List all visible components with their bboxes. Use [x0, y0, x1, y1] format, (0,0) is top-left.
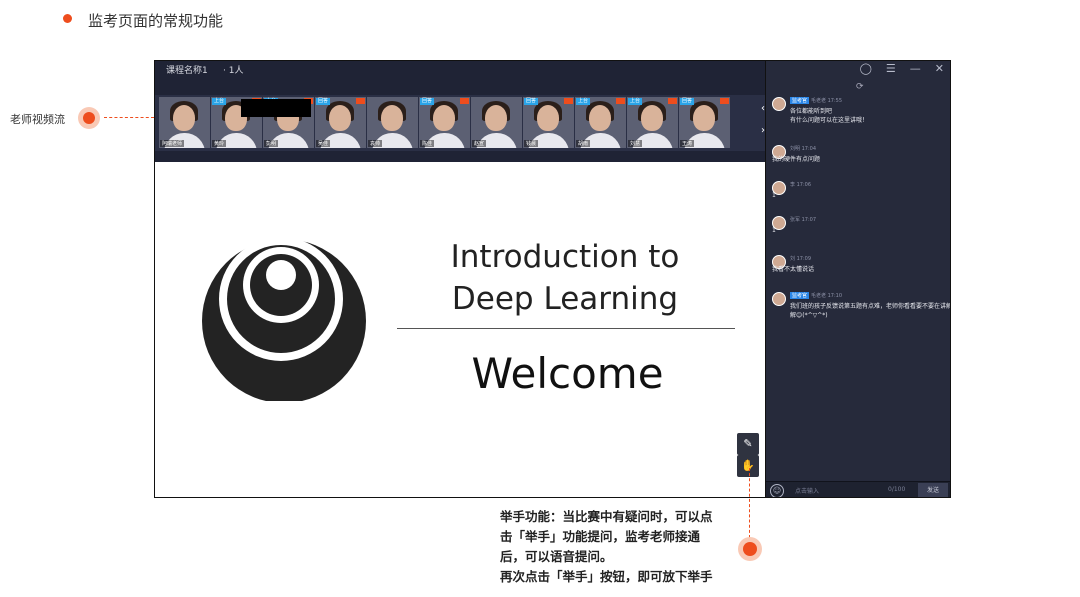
student-video-tile[interactable]: 回答 陈佳 [419, 97, 470, 148]
callout-line: 后，可以语音提问。 [500, 549, 613, 564]
tile-status-badge: 上台 [628, 98, 643, 105]
mic-status-icon [564, 98, 573, 104]
mic-status-icon [616, 98, 625, 104]
callout-connector [749, 468, 750, 538]
student-video-tile[interactable]: 回答 王涛 [679, 97, 730, 148]
student-video-tile[interactable]: 上台 刘慧 [627, 97, 678, 148]
avatar [772, 292, 786, 306]
load-more-icon[interactable]: ⟳ [856, 82, 864, 92]
slide-title-line-1: Introduction to [450, 239, 680, 275]
callout-line: 击「举手」功能提问，监考老师接通 [500, 529, 701, 544]
chat-input-bar: ☺ 点击输入 0/100 发送 [766, 481, 950, 497]
tile-status-badge: 上台 [212, 98, 227, 105]
role-badge: 监考官 [790, 292, 810, 299]
tile-name: 阿瑞老师 [160, 140, 185, 147]
message-meta: 张军 17:07 [790, 216, 816, 223]
send-button[interactable]: 发送 [918, 483, 948, 497]
page-title: 监考页面的常规功能 [88, 12, 224, 30]
message-author: 李 17:06 [790, 182, 811, 188]
message-author: 刘 17:09 [790, 256, 811, 262]
close-icon[interactable]: ✕ [935, 61, 944, 77]
teacher-video-tile[interactable]: 阿瑞老师 [159, 97, 210, 148]
char-counter: 0/100 [888, 486, 906, 493]
slide-divider [397, 328, 735, 329]
tile-status-badge: 上台 [576, 98, 591, 105]
tile-name: 王涛 [680, 140, 695, 147]
message-text: 我的硬件有点问题 [772, 156, 821, 163]
participant-count: · 1人 [223, 66, 244, 76]
tile-name: 胡雨 [576, 140, 591, 147]
course-name: 课程名称1 [166, 66, 208, 76]
tile-name: 赵宣 [472, 140, 487, 147]
message-text: 我看不太懂说话 [772, 266, 815, 273]
raise-hand-icon: ✋ [741, 459, 755, 472]
student-video-tile[interactable]: 上台 胡雨 [575, 97, 626, 148]
titlebar: 课程名称1 · 1人 [155, 61, 765, 77]
tile-status-badge: 回答 [420, 98, 435, 105]
message-meta: 监考官 毛老老 17:55 [790, 97, 842, 104]
tile-status-badge: 回答 [316, 98, 331, 105]
teacher-video-callout-label: 老师视频流 [10, 113, 65, 126]
teacher-video-strip: 阿瑞老师上台黄玲上台彭明回答吴佳袁帅回答陈佳赵宣回答钱晨上台胡雨上台刘慧回答王涛… [155, 95, 765, 151]
callout-marker [78, 107, 100, 129]
role-badge: 监考官 [790, 97, 810, 104]
callout-connector [104, 117, 154, 118]
mic-status-icon [356, 98, 365, 104]
message-author: 毛老老 17:10 [811, 293, 843, 299]
message-text: 我们班的孩子反馈说第五题有点难，老师你看看要不要在讲解一下讲解😊(*^▽^*) [790, 303, 950, 319]
tile-name: 彭明 [264, 140, 279, 147]
message-text: 1 [772, 227, 776, 234]
microphone-button[interactable]: ✎ [737, 433, 759, 455]
tile-name: 钱晨 [524, 140, 539, 147]
window-controls: ◯ ☰ — ✕ [860, 61, 944, 77]
message-meta: 刘 17:09 [790, 255, 811, 262]
message-meta: 监考官 毛老老 17:10 [790, 292, 842, 299]
raise-hand-callout: 举手功能：当比赛中有疑问时，可以点 击「举手」功能提问，监考老师接通 后，可以语… [500, 507, 745, 587]
slide-title: Introduction to Deep Learning [435, 236, 695, 320]
tile-name: 陈佳 [420, 140, 435, 147]
chat-panel: ⟳ 监考官 毛老老 17:55 各位都能听到吧 有什么问题可以在这里讲哦！ 刘明 17:… [765, 61, 950, 497]
mic-status-icon [668, 98, 677, 104]
message-text: 各位都能听到吧 有什么问题可以在这里讲哦！ [790, 108, 869, 124]
message-meta: 刘明 17:04 [790, 145, 816, 152]
microphone-icon: ✎ [743, 437, 753, 450]
chat-input[interactable]: 点击输入 [795, 486, 819, 495]
bullet-dot [63, 14, 72, 23]
slide-welcome: Welcome [471, 349, 664, 398]
mic-status-icon [720, 98, 729, 104]
callout-line: 再次点击「举手」按钮，即可放下举手 [500, 569, 713, 584]
presentation-slide: Introduction to Deep Learning Welcome ✎ … [155, 162, 765, 497]
message-text: 1 [772, 192, 776, 199]
message-author: 张军 17:07 [790, 217, 816, 223]
menu-icon[interactable]: ☰ [886, 61, 896, 77]
redacted-block [241, 99, 311, 117]
callout-line: 举手功能：当比赛中有疑问时，可以点 [500, 509, 713, 524]
message-author: 毛老老 17:55 [811, 98, 843, 104]
emoji-icon[interactable]: ☺ [770, 484, 784, 497]
tile-status-badge: 回答 [524, 98, 539, 105]
tile-name: 刘慧 [628, 140, 643, 147]
refresh-icon[interactable]: ◯ [860, 61, 872, 77]
student-video-tile[interactable]: 赵宣 [471, 97, 522, 148]
student-video-tile[interactable]: 袁帅 [367, 97, 418, 148]
mic-status-icon [460, 98, 469, 104]
raise-hand-button[interactable]: ✋ [737, 455, 759, 477]
student-video-tile[interactable]: 回答 钱晨 [523, 97, 574, 148]
minimize-icon[interactable]: — [910, 61, 921, 77]
exam-app-window: 课程名称1 · 1人 阿瑞老师上台黄玲上台彭明回答吴佳袁帅回答陈佳赵宣回答钱晨上… [154, 60, 951, 498]
tile-name: 袁帅 [368, 140, 383, 147]
slide-title-line-2: Deep Learning [451, 281, 679, 317]
tile-name: 黄玲 [212, 140, 227, 147]
message-author: 刘明 17:04 [790, 146, 816, 152]
deep-learning-logo [202, 241, 366, 401]
tile-name: 吴佳 [316, 140, 331, 147]
avatar [772, 97, 786, 111]
student-video-tile[interactable]: 回答 吴佳 [315, 97, 366, 148]
tile-status-badge: 回答 [680, 98, 695, 105]
message-meta: 李 17:06 [790, 181, 811, 188]
